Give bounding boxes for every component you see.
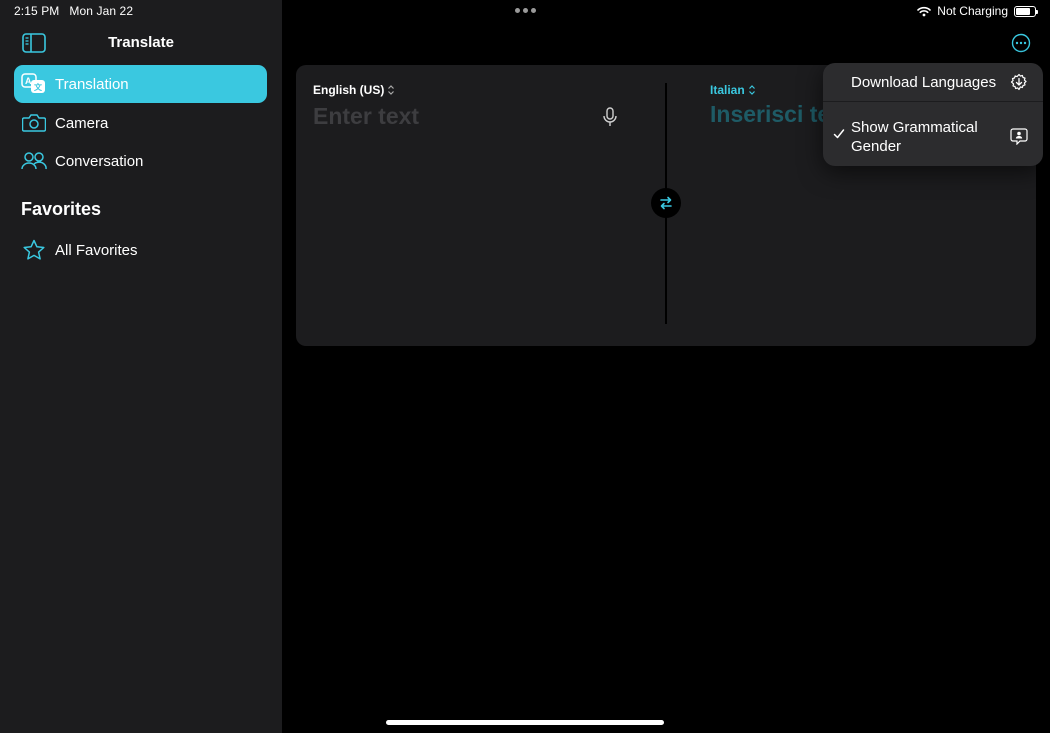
sidebar-item-all-favorites[interactable]: All Favorites [14, 231, 267, 269]
status-bar-right: Not Charging [917, 4, 1038, 18]
star-icon [21, 239, 47, 261]
sidebar-item-label: Conversation [55, 152, 144, 170]
microphone-icon[interactable] [602, 107, 618, 127]
source-text-input[interactable] [313, 101, 583, 131]
sidebar-title: Translate [108, 34, 174, 51]
favorites-header: Favorites [21, 199, 102, 219]
svg-text:文: 文 [34, 82, 43, 92]
menu-item-label: Download Languages [851, 74, 997, 91]
sidebar-item-label: Camera [55, 114, 109, 132]
download-gear-icon [1010, 73, 1027, 91]
source-language-label: English (US) [313, 83, 385, 97]
sidebar-item-label: Translation [55, 75, 129, 93]
sidebar-item-label: All Favorites [55, 241, 138, 259]
chevron-updown-icon [748, 85, 755, 95]
chevron-updown-icon [388, 85, 395, 95]
multitasking-dots-icon[interactable] [515, 8, 536, 13]
target-language-label: Italian [710, 83, 745, 97]
status-time: 2:15 PM [14, 4, 60, 18]
menu-item-download-languages[interactable]: Download Languages [823, 63, 1043, 101]
status-date: Mon Jan 22 [69, 4, 134, 18]
status-bar-left: 2:15 PM Mon Jan 22 [14, 4, 133, 18]
swap-languages-button[interactable] [651, 188, 681, 218]
checkmark-icon [833, 129, 845, 139]
camera-icon [21, 112, 47, 134]
wifi-icon [917, 6, 932, 16]
source-language-picker[interactable]: English (US) [313, 83, 395, 97]
target-language-picker[interactable]: Italian [710, 83, 756, 97]
more-options-button[interactable] [1011, 33, 1031, 53]
translation-icon: A 文 [21, 73, 47, 95]
menu-item-label: Show Grammatical Gender [851, 119, 978, 155]
app-root: 2:15 PM Mon Jan 22 Translate A 文 Transla… [0, 0, 1050, 733]
sidebar-item-conversation[interactable]: Conversation [14, 142, 267, 180]
battery-icon [1014, 5, 1038, 17]
person-bubble-icon [1010, 128, 1028, 145]
home-indicator[interactable] [386, 720, 664, 725]
swap-arrows-icon [660, 196, 672, 210]
sidebar-item-translation[interactable]: A 文 Translation [14, 65, 267, 103]
svg-text:A: A [25, 76, 32, 86]
menu-item-show-grammatical-gender[interactable]: Show Grammatical Gender [823, 102, 1043, 166]
charging-status: Not Charging [937, 4, 1008, 18]
sidebar-item-camera[interactable]: Camera [14, 104, 267, 142]
sidebar: 2:15 PM Mon Jan 22 Translate A 文 Transla… [0, 0, 282, 733]
conversation-icon [21, 150, 47, 172]
options-menu: Download Languages Show Grammatical Gend… [823, 63, 1043, 166]
